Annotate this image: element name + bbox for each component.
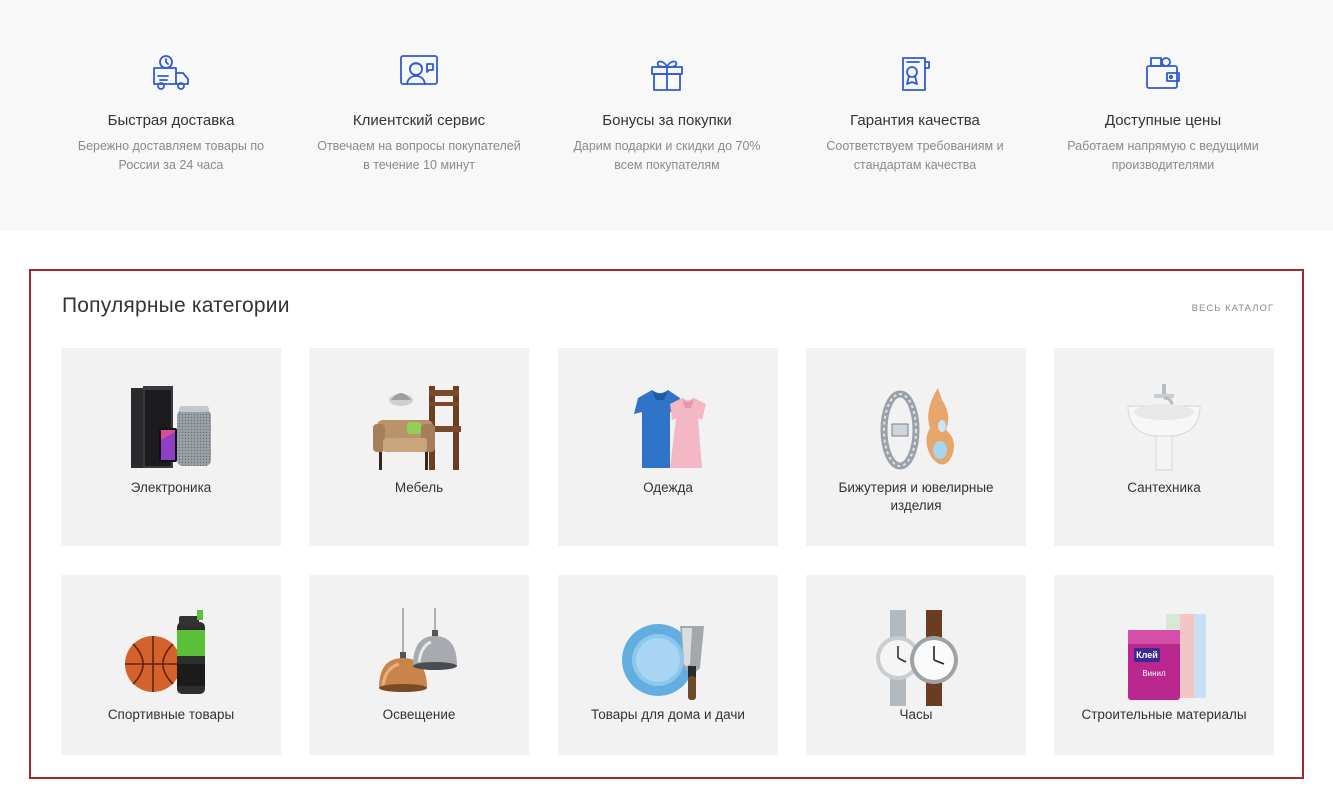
building-materials-image: Клей Винил xyxy=(1128,614,1206,700)
category-label: Одежда xyxy=(643,480,693,495)
support-agent-icon xyxy=(400,55,438,85)
feature-title: Клиентский сервис xyxy=(352,112,486,129)
glue-type-label: Винил xyxy=(1142,669,1166,678)
category-label: Электроника xyxy=(130,480,212,495)
feature-title: Гарантия качества xyxy=(850,112,980,129)
feature-description: Соответствуем требованиям и стандартам ка… xyxy=(826,139,1004,172)
category-label: Строительные материалы xyxy=(1081,707,1247,722)
category-label: Товары для дома и дачи xyxy=(591,707,745,722)
category-tile-building-materials[interactable]: Клей Винил Строительные материалы xyxy=(1054,575,1274,755)
feature-quality-guarantee: Гарантия качества Соответствуем требован… xyxy=(795,52,1035,175)
category-label: Бижутерия и ювелирные изделия xyxy=(838,480,994,513)
home-garden-image xyxy=(622,624,704,700)
feature-title: Доступные цены xyxy=(1104,112,1222,129)
electronics-image xyxy=(131,386,211,468)
category-tile-home-garden[interactable]: Товары для дома и дачи xyxy=(558,575,778,755)
category-label: Освещение xyxy=(382,707,456,722)
certificate-icon xyxy=(902,57,930,91)
category-tile-watches[interactable]: Часы xyxy=(806,575,1026,755)
feature-description: Бережно доставляем товары по России за 24… xyxy=(77,139,265,172)
category-label: Часы xyxy=(899,707,933,722)
gift-icon xyxy=(651,60,683,91)
clothing-image xyxy=(634,390,706,468)
feature-affordable-prices: Доступные цены Работаем напрямую с ведущ… xyxy=(1043,52,1283,175)
feature-description: Дарим подарки и скидки до 70% всем покупа… xyxy=(573,139,761,172)
category-tile-lighting[interactable]: Освещение xyxy=(309,575,529,755)
feature-fast-delivery: Быстрая доставка Бережно доставляем това… xyxy=(51,52,291,175)
all-catalog-link[interactable]: ВЕСЬ КАТАЛОГ xyxy=(1192,303,1274,314)
jewelry-image xyxy=(880,388,954,470)
wallet-icon xyxy=(1146,57,1180,89)
popular-categories-section: Популярные категории ВЕСЬ КАТАЛОГ Электр… xyxy=(29,269,1304,779)
feature-description: Отвечаем на вопросы покупателей в течение… xyxy=(317,139,521,172)
feature-bonuses: Бонусы за покупки Дарим подарки и скидки… xyxy=(547,52,787,175)
category-label: Спортивные товары xyxy=(107,707,235,722)
feature-customer-service: Клиентский сервис Отвечаем на вопросы по… xyxy=(299,52,539,175)
features-band: Быстрая доставка Бережно доставляем това… xyxy=(0,0,1333,231)
feature-description: Работаем напрямую с ведущими производител… xyxy=(1067,139,1259,172)
furniture-image xyxy=(373,386,461,470)
sports-image xyxy=(125,610,205,694)
section-title: Популярные категории xyxy=(62,294,290,317)
category-label: Сантехника xyxy=(1127,480,1201,495)
delivery-truck-icon xyxy=(153,55,189,90)
category-label: Мебель xyxy=(394,480,444,495)
category-tile-furniture[interactable]: Мебель xyxy=(309,348,529,546)
feature-title: Бонусы за покупки xyxy=(602,112,732,129)
category-tile-clothing[interactable]: Одежда xyxy=(558,348,778,546)
watches-image xyxy=(876,610,958,706)
category-tile-plumbing[interactable]: Сантехника xyxy=(1054,348,1274,546)
category-tile-electronics[interactable]: Электроника xyxy=(61,348,281,546)
category-tile-sports[interactable]: Спортивные товары xyxy=(61,575,281,755)
lamps-image xyxy=(379,608,457,692)
category-tile-jewelry[interactable]: Бижутерия и ювелирные изделия xyxy=(806,348,1026,546)
sink-image xyxy=(1127,384,1201,471)
glue-brand-label: Клей xyxy=(1136,650,1158,660)
feature-title: Быстрая доставка xyxy=(107,112,235,129)
